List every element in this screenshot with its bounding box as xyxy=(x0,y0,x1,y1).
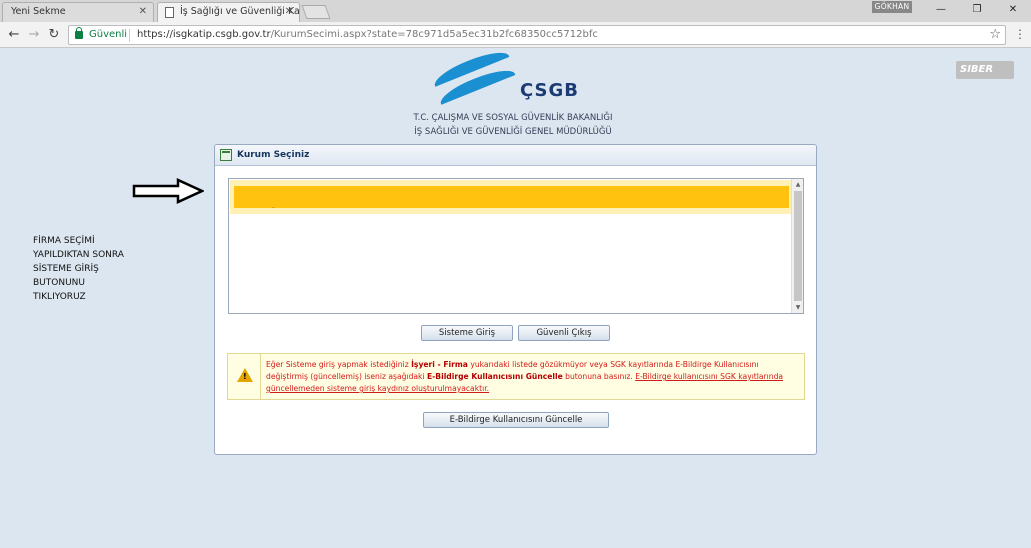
warning-text-part: butonuna basınız. xyxy=(562,372,636,381)
new-tab-button[interactable] xyxy=(301,5,331,19)
list-item-highlight xyxy=(234,186,789,208)
page-icon xyxy=(165,7,174,18)
address-bar[interactable]: Güvenli https://isgkatip.csgb.gov.tr/Kur… xyxy=(68,25,1006,45)
guvenli-cikis-button[interactable]: Güvenli Çıkış xyxy=(518,325,610,341)
logo-text: ÇSGB xyxy=(520,80,580,101)
side-note-line: TIKLIYORUZ xyxy=(33,292,86,302)
close-icon[interactable]: ✕ xyxy=(139,3,147,21)
ministry-line-1: T.C. ÇALIŞMA VE SOSYAL GÜVENLİK BAKANLIĞ… xyxy=(413,113,613,123)
close-icon[interactable]: ✕ xyxy=(285,3,293,21)
browser-toolbar: ← → ↻ Güvenli https://isgkatip.csgb.gov.… xyxy=(0,22,1031,48)
warning-text: Eğer Sisteme giriş yapmak istediğiniz İş… xyxy=(266,359,801,395)
url-separator xyxy=(129,29,130,42)
side-note-line: BUTONUNU xyxy=(33,278,85,288)
scroll-down-icon[interactable]: ▼ xyxy=(792,302,804,313)
ministry-line-2: İŞ SAĞLIĞI VE GÜVENLİĞİ GENEL MÜDÜRLÜĞÜ xyxy=(414,127,612,137)
reload-icon[interactable]: ↻ xyxy=(46,27,62,43)
warning-box: ! Eğer Sisteme giriş yapmak istediğiniz … xyxy=(227,353,805,400)
forward-icon[interactable]: → xyxy=(26,27,42,43)
scroll-up-icon[interactable]: ▲ xyxy=(792,179,804,190)
tab-new-tab[interactable]: Yeni Sekme ✕ xyxy=(2,2,154,22)
tab-label: İş Sağlığı ve Güvenliği Ka xyxy=(180,6,300,17)
url-path: /KurumSecimi.aspx?state=78c971d5a5ec31b2… xyxy=(270,29,598,40)
warning-text-bold: İşyeri - Firma xyxy=(411,360,468,369)
firma-listbox[interactable]: . ▲ ▼ xyxy=(228,178,804,314)
warning-icon-box: ! xyxy=(228,354,261,399)
url-host: https://isgkatip.csgb.gov.tr xyxy=(137,29,271,40)
side-note-line: YAPILDIKTAN SONRA xyxy=(33,250,124,260)
side-note-line: SİSTEME GİRİŞ xyxy=(33,264,99,274)
window-close-icon[interactable]: ✕ xyxy=(998,2,1028,18)
warning-text-part: Eğer Sisteme giriş yapmak istediğiniz xyxy=(266,360,412,369)
kurum-secimi-panel: Kurum Seçiniz . ▲ ▼ Sisteme Giriş Güvenl… xyxy=(214,144,817,455)
star-icon[interactable]: ☆ xyxy=(989,27,1001,42)
browser-tabstrip: Yeni Sekme ✕ İş Sağlığı ve Güvenliği Ka … xyxy=(0,0,1031,22)
secure-label: Güvenli xyxy=(89,29,128,40)
url-text: https://isgkatip.csgb.gov.tr/KurumSecimi… xyxy=(137,29,598,40)
side-note-line: FİRMA SEÇİMİ xyxy=(33,236,95,246)
warning-text-bold: E-Bildirge Kullanıcısını Güncelle xyxy=(426,372,563,381)
list-item-selected[interactable]: . xyxy=(230,180,791,214)
minimize-icon[interactable]: — xyxy=(926,2,956,18)
menu-icon[interactable]: ⋮ xyxy=(1014,27,1026,41)
list-item-label: . xyxy=(272,202,275,210)
scrollbar[interactable]: ▲ ▼ xyxy=(791,179,803,313)
lock-icon xyxy=(75,27,83,39)
tab-label: Yeni Sekme xyxy=(11,6,66,17)
panel-title: Kurum Seçiniz xyxy=(237,150,310,160)
csgb-logo: ÇSGB xyxy=(430,45,602,115)
siber-watermark: SIBER xyxy=(956,61,1014,79)
user-badge[interactable]: GÖKHAN xyxy=(872,1,912,13)
form-icon xyxy=(220,149,232,161)
side-note: FİRMA SEÇİMİ YAPILDIKTAN SONRA SİSTEME G… xyxy=(33,234,124,304)
restore-icon[interactable]: ❐ xyxy=(962,2,992,18)
arrow-right-icon xyxy=(132,178,204,204)
tab-isg[interactable]: İş Sağlığı ve Güvenliği Ka ✕ xyxy=(157,2,300,22)
warning-icon-mark: ! xyxy=(243,372,247,381)
ebildirge-guncelle-button[interactable]: E-Bildirge Kullanıcısını Güncelle xyxy=(423,412,609,428)
scroll-thumb[interactable] xyxy=(794,191,802,301)
back-icon[interactable]: ← xyxy=(6,27,22,43)
sisteme-giris-button[interactable]: Sisteme Giriş xyxy=(421,325,513,341)
panel-header: Kurum Seçiniz xyxy=(215,145,816,166)
